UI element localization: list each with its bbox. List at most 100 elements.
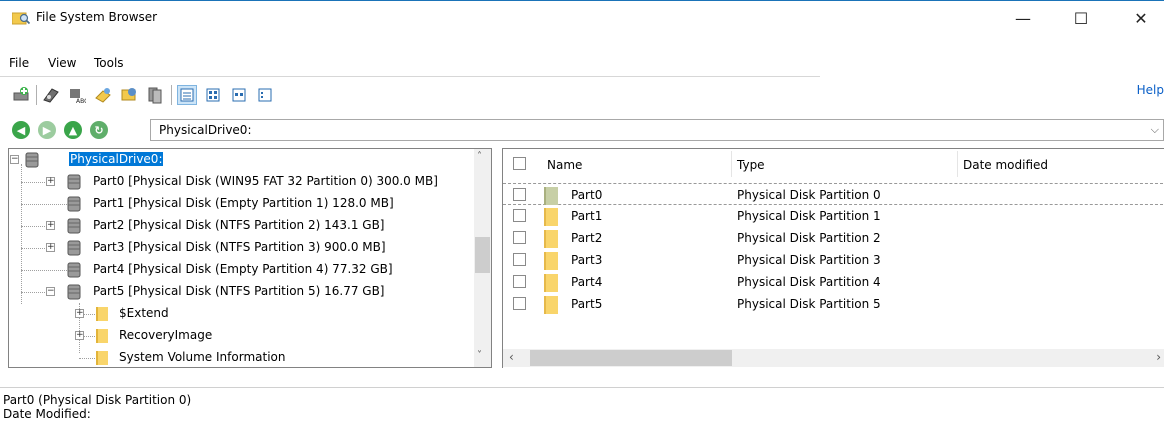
large-icons-view-icon[interactable]: [204, 86, 222, 104]
properties-icon[interactable]: [120, 86, 138, 104]
minimize-button[interactable]: —: [1000, 1, 1046, 35]
window-title: File System Browser: [36, 10, 158, 24]
scroll-left-icon[interactable]: ‹: [509, 350, 514, 364]
item-type: Physical Disk Partition 2: [737, 231, 881, 245]
tree-node-extend[interactable]: + $Extend: [9, 303, 489, 325]
back-icon[interactable]: ◀: [12, 121, 30, 139]
item-name: Part5: [571, 297, 603, 311]
item-type: Physical Disk Partition 0: [737, 188, 881, 202]
tree-node-part3[interactable]: + Part3 [Physical Disk (NTFS Partition 3…: [9, 237, 489, 259]
tree-vertical-scrollbar[interactable]: ˄ ˅: [474, 149, 491, 367]
menu-file[interactable]: File: [9, 56, 29, 70]
partition-icon: [67, 262, 81, 278]
folder-icon: [96, 329, 108, 343]
maximize-button[interactable]: ☐: [1058, 1, 1104, 35]
partition-icon: [67, 284, 81, 300]
item-type: Physical Disk Partition 4: [737, 275, 881, 289]
list-item[interactable]: Part3 Physical Disk Partition 3: [503, 249, 1163, 271]
find-icon[interactable]: ABC: [68, 86, 86, 104]
scroll-right-icon[interactable]: ›: [1156, 350, 1161, 364]
collapse-icon[interactable]: −: [46, 287, 55, 296]
list-item[interactable]: Part5 Physical Disk Partition 5: [503, 293, 1163, 315]
item-type: Physical Disk Partition 3: [737, 253, 881, 267]
path-field[interactable]: PhysicalDrive0: ⌵: [150, 119, 1164, 141]
folder-icon: [544, 187, 558, 205]
drive-icon: [25, 152, 39, 168]
row-checkbox[interactable]: [513, 231, 526, 244]
partition-icon: [67, 240, 81, 256]
partition-icon: [67, 196, 81, 212]
recover-icon[interactable]: [94, 86, 112, 104]
title-bar: File System Browser — ☐ ✕: [0, 0, 1164, 34]
toolbar-separator: [36, 85, 37, 105]
row-checkbox[interactable]: [513, 253, 526, 266]
tree-root-label: PhysicalDrive0:: [67, 151, 165, 167]
row-checkbox[interactable]: [513, 209, 526, 222]
add-drive-icon[interactable]: [12, 86, 30, 104]
tree-node-label: Part2 [Physical Disk (NTFS Partition 2) …: [93, 218, 385, 232]
row-checkbox[interactable]: [513, 275, 526, 288]
row-checkbox[interactable]: [513, 188, 526, 201]
tree-node-part4[interactable]: Part4 [Physical Disk (Empty Partition 4)…: [9, 259, 489, 281]
tree-node-label: $Extend: [119, 306, 169, 320]
folder-icon: [544, 252, 558, 270]
tree-node-system-volume-information[interactable]: System Volume Information: [9, 347, 489, 367]
status-bar: Part0 (Physical Disk Partition 0) Date M…: [0, 387, 1164, 423]
scan-icon[interactable]: [42, 86, 60, 104]
tree-node-label: Part1 [Physical Disk (Empty Partition 1)…: [93, 196, 394, 210]
path-text: PhysicalDrive0:: [159, 123, 252, 137]
list-item[interactable]: Part2 Physical Disk Partition 2: [503, 227, 1163, 249]
close-button[interactable]: ✕: [1118, 1, 1164, 35]
list-item[interactable]: Part0 Physical Disk Partition 0: [503, 183, 1163, 205]
expand-icon[interactable]: +: [46, 177, 55, 186]
scroll-up-icon[interactable]: ˄: [477, 151, 482, 162]
expand-icon[interactable]: +: [46, 243, 55, 252]
item-name: Part4: [571, 275, 603, 289]
tree-root[interactable]: − PhysicalDrive0:: [9, 149, 489, 171]
toolbar-separator: [171, 85, 172, 105]
scroll-down-icon[interactable]: ˅: [477, 350, 482, 361]
chevron-down-icon[interactable]: ⌵: [1151, 123, 1159, 137]
tree-node-label: Part0 [Physical Disk (WIN95 FAT 32 Parti…: [93, 174, 438, 188]
status-date-modified: Date Modified:: [3, 407, 91, 421]
list-horizontal-scrollbar[interactable]: ‹ ›: [503, 349, 1164, 367]
tree-node-part5[interactable]: − Part5 [Physical Disk (NTFS Partition 5…: [9, 281, 489, 303]
partition-icon: [67, 218, 81, 234]
copy-icon[interactable]: [146, 86, 164, 104]
svg-text:ABC: ABC: [76, 98, 86, 104]
list-item[interactable]: Part4 Physical Disk Partition 4: [503, 271, 1163, 293]
menu-tools[interactable]: Tools: [94, 56, 124, 70]
tree-node-part1[interactable]: Part1 [Physical Disk (Empty Partition 1)…: [9, 193, 489, 215]
file-list[interactable]: Name Type Date modified Part0 Physical D…: [502, 148, 1164, 368]
row-checkbox[interactable]: [513, 297, 526, 310]
item-type: Physical Disk Partition 5: [737, 297, 881, 311]
go-icon[interactable]: ↻: [90, 121, 108, 139]
list-item[interactable]: Part1 Physical Disk Partition 1: [503, 205, 1163, 227]
collapse-icon[interactable]: −: [10, 155, 19, 164]
tree-node-label: System Volume Information: [119, 350, 286, 364]
details-view-icon[interactable]: [177, 85, 197, 105]
scroll-thumb[interactable]: [530, 350, 732, 366]
tree-node-recoveryimage[interactable]: + RecoveryImage: [9, 325, 489, 347]
expand-icon[interactable]: +: [75, 331, 84, 340]
folder-icon: [96, 351, 108, 365]
tree-node-part2[interactable]: + Part2 [Physical Disk (NTFS Partition 2…: [9, 215, 489, 237]
item-name: Part1: [571, 209, 603, 223]
status-selection: Part0 (Physical Disk Partition 0): [3, 393, 192, 407]
tree-node-label: RecoveryImage: [119, 328, 213, 342]
expand-icon[interactable]: +: [75, 309, 84, 318]
forward-icon[interactable]: ▶: [38, 121, 56, 139]
folder-tree[interactable]: − PhysicalDrive0: + Part0 [Physical Disk…: [8, 148, 492, 368]
tree-node-part0[interactable]: + Part0 [Physical Disk (WIN95 FAT 32 Par…: [9, 171, 489, 193]
folder-icon: [544, 274, 558, 292]
up-icon[interactable]: ▲: [64, 121, 82, 139]
item-name: Part0: [571, 188, 603, 202]
list-view-icon[interactable]: [256, 86, 274, 104]
small-icons-view-icon[interactable]: [230, 86, 248, 104]
select-all-checkbox[interactable]: [513, 157, 526, 170]
tree-node-label: Part3 [Physical Disk (NTFS Partition 3) …: [93, 240, 386, 254]
menu-view[interactable]: View: [48, 56, 76, 70]
help-link[interactable]: Help: [1137, 83, 1164, 97]
expand-icon[interactable]: +: [46, 221, 55, 230]
scroll-thumb[interactable]: [475, 237, 490, 273]
